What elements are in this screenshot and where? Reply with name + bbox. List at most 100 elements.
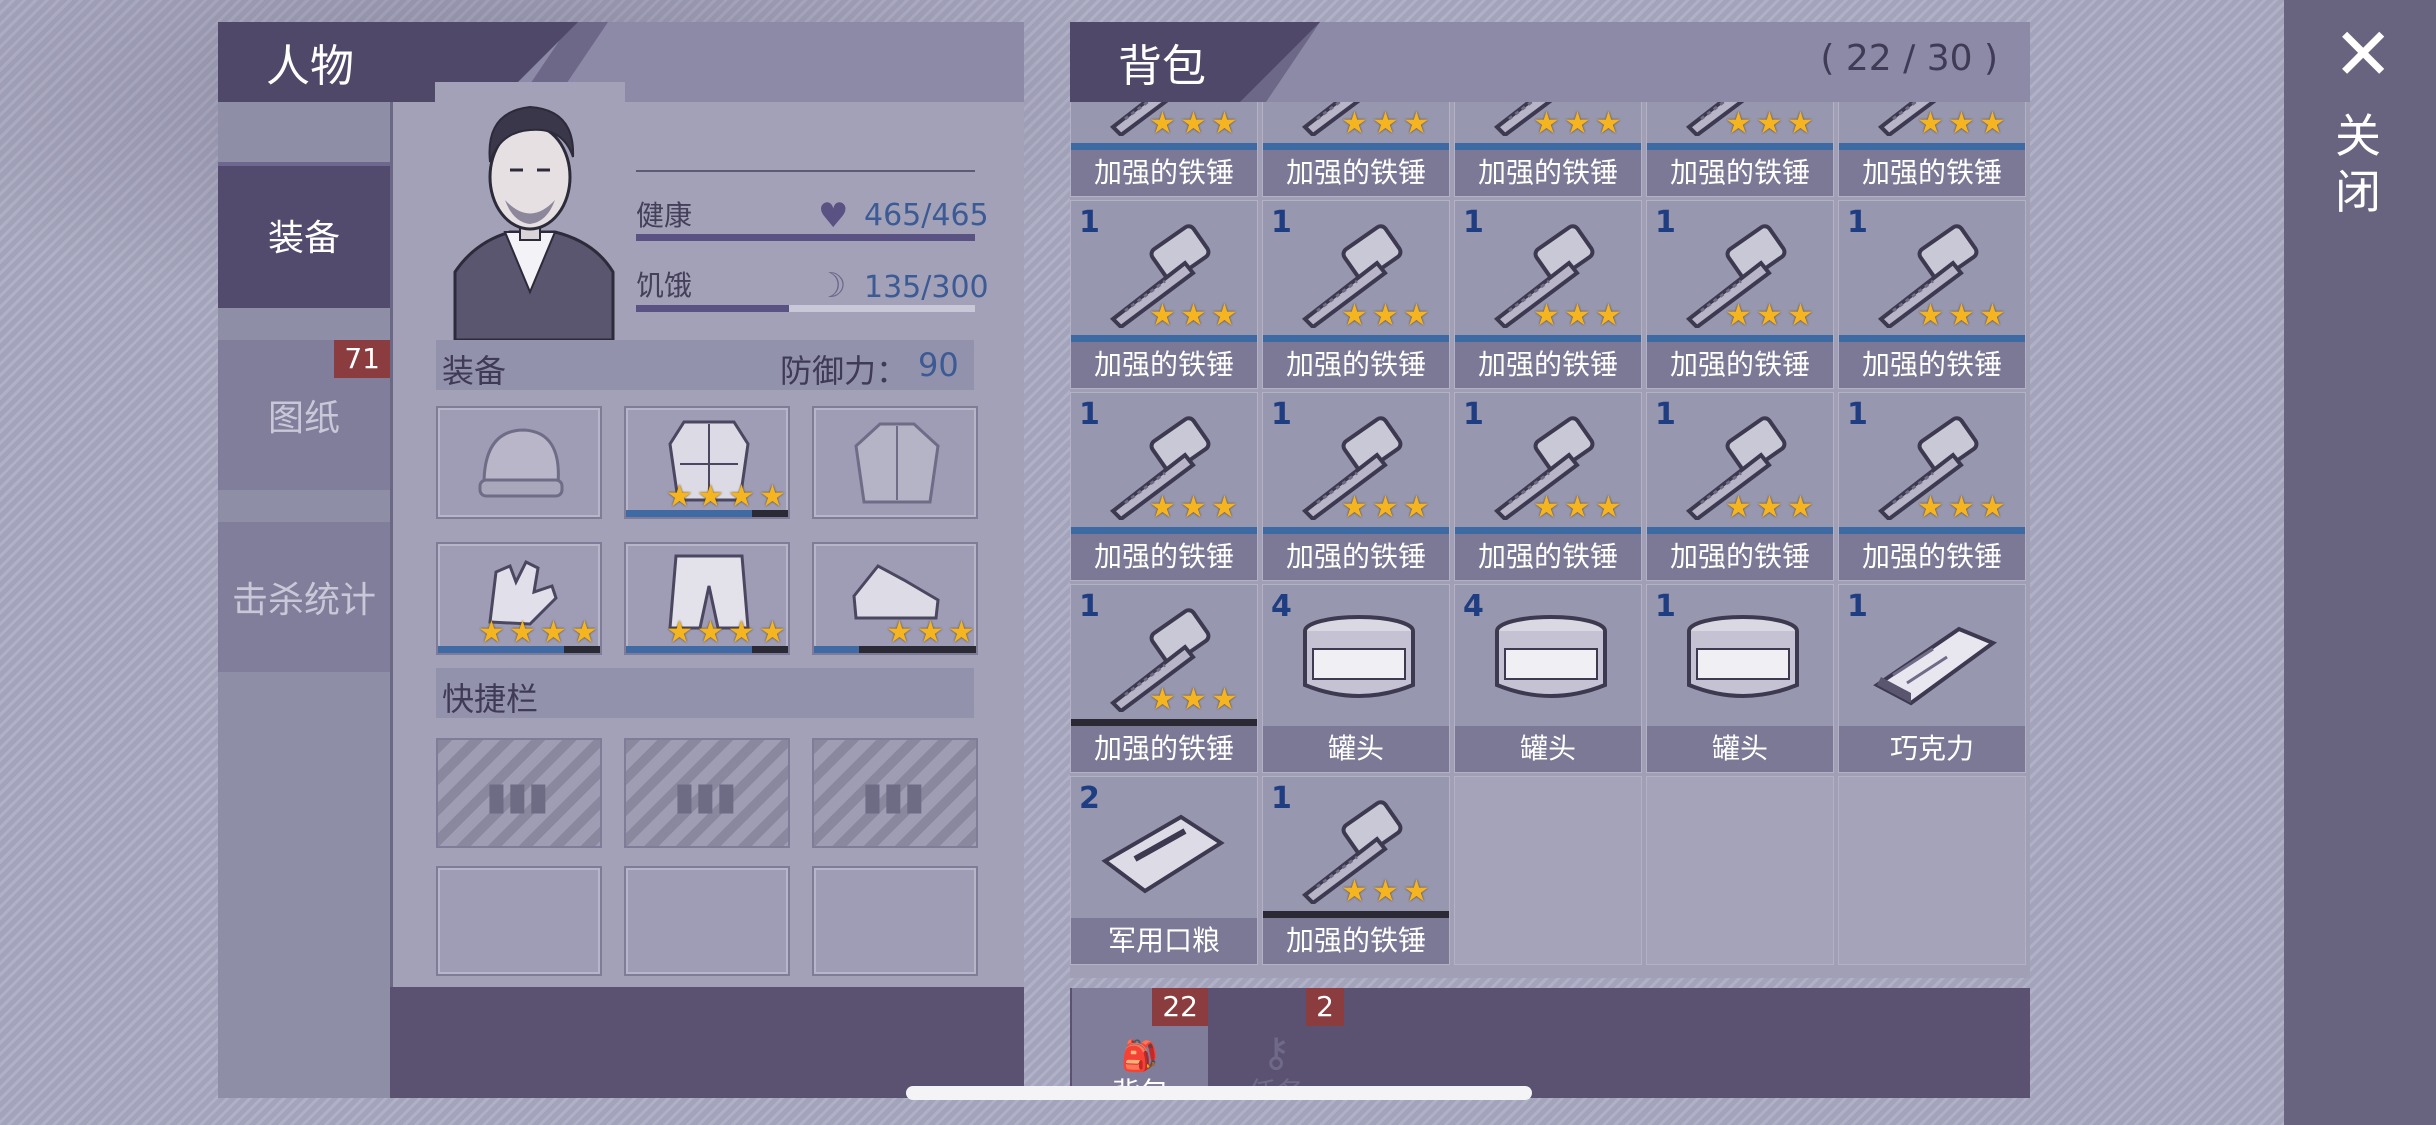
item-stars: ★ ★ ★ bbox=[1725, 301, 1817, 331]
character-portrait bbox=[435, 82, 625, 340]
bag-slot-empty[interactable] bbox=[1454, 776, 1642, 965]
quickbar-slot-locked[interactable]: ▮▮▮ bbox=[436, 738, 602, 848]
item-quantity: 1 bbox=[1079, 589, 1100, 624]
close-x-icon[interactable]: ✕ bbox=[2333, 18, 2393, 90]
bag-grid: ★ ★ ★ 加强的铁锤 ★ ★ ★ 加强的铁锤 ★ ★ ★ 加强的铁锤 ★ ★ ★ 加强的铁锤 ★ ★ ★ 加强的铁锤… bbox=[1070, 102, 2030, 978]
item-stars: ★ ★ ★ bbox=[1341, 877, 1433, 907]
item-quantity: 1 bbox=[1655, 205, 1676, 240]
bag-item[interactable]: 1 ★ ★ ★ 加强的铁锤 bbox=[1262, 200, 1450, 389]
bag-item[interactable]: ★ ★ ★ 加强的铁锤 bbox=[1838, 102, 2026, 197]
bag-item[interactable]: 1 ★ ★ ★ 加强的铁锤 bbox=[1070, 584, 1258, 773]
bag-item[interactable]: 2 军用口粮 bbox=[1070, 776, 1258, 965]
item-durability-bar bbox=[1263, 143, 1449, 150]
tab-equipment[interactable]: 装备 bbox=[218, 162, 390, 308]
item-name: 加强的铁锤 bbox=[1263, 918, 1449, 964]
equip-slot-body-armor[interactable]: ★ ★ ★ ★ bbox=[624, 406, 790, 519]
item-name: 罐头 bbox=[1455, 726, 1641, 772]
bag-slot-empty[interactable] bbox=[1646, 776, 1834, 965]
star-icon: ★ bbox=[1211, 682, 1238, 717]
equipment-header: 装备 防御力： 90 bbox=[436, 340, 974, 390]
bag-item[interactable]: ★ ★ ★ 加强的铁锤 bbox=[1262, 102, 1450, 197]
equip-slot-outerwear[interactable] bbox=[812, 406, 978, 519]
star-icon: ★ bbox=[1180, 682, 1207, 717]
hunger-value: 135/300 bbox=[864, 270, 989, 305]
item-name: 加强的铁锤 bbox=[1071, 150, 1257, 196]
star-icon: ★ bbox=[1564, 490, 1591, 525]
slot-stars: ★ ★ ★ bbox=[886, 615, 975, 650]
bag-item[interactable]: 1 ★ ★ ★ 加强的铁锤 bbox=[1454, 392, 1642, 581]
equip-slot-legs[interactable]: ★ ★ ★ ★ bbox=[624, 542, 790, 655]
star-icon: ★ bbox=[1372, 106, 1399, 141]
item-stars: ★ ★ ★ bbox=[1149, 685, 1241, 715]
health-value: 465/465 bbox=[864, 198, 989, 233]
equip-slot-feet[interactable]: ★ ★ ★ bbox=[812, 542, 978, 655]
bag-item[interactable]: 1 ★ ★ ★ 加强的铁锤 bbox=[1070, 392, 1258, 581]
star-icon: ★ bbox=[1341, 490, 1368, 525]
health-bar bbox=[636, 234, 975, 241]
equip-slot-head[interactable] bbox=[436, 406, 602, 519]
bag-item[interactable]: 1 ★ ★ ★ 加强的铁锤 bbox=[1646, 392, 1834, 581]
item-name: 加强的铁锤 bbox=[1455, 342, 1641, 388]
item-quantity: 1 bbox=[1847, 205, 1868, 240]
character-footer bbox=[390, 987, 1024, 1098]
defense-value: 90 bbox=[918, 346, 959, 384]
bag-item[interactable]: 4 罐头 bbox=[1454, 584, 1642, 773]
item-stars: ★ ★ ★ bbox=[1341, 493, 1433, 523]
bag-slot-empty[interactable] bbox=[1838, 776, 2026, 965]
bag-item[interactable]: 4 罐头 bbox=[1262, 584, 1450, 773]
home-indicator bbox=[906, 1086, 1532, 1100]
star-icon: ★ bbox=[1211, 490, 1238, 525]
bottom-tab-bag[interactable]: 22 🎒 背包 bbox=[1072, 988, 1208, 1098]
item-name: 加强的铁锤 bbox=[1263, 342, 1449, 388]
star-icon: ★ bbox=[1948, 106, 1975, 141]
equipment-label: 装备 bbox=[442, 352, 507, 390]
tab-blueprints[interactable]: 图纸 71 bbox=[218, 340, 390, 490]
slot-stars: ★ ★ ★ ★ bbox=[666, 479, 786, 514]
bag-item[interactable]: 1 ★ ★ ★ 加强的铁锤 bbox=[1454, 200, 1642, 389]
bag-item[interactable]: ★ ★ ★ 加强的铁锤 bbox=[1454, 102, 1642, 197]
bag-tab-badge: 22 bbox=[1152, 988, 1208, 1026]
star-icon: ★ bbox=[1948, 298, 1975, 333]
quickbar-slot[interactable] bbox=[812, 866, 978, 976]
quickbar-header: 快捷栏 bbox=[436, 668, 974, 718]
stomach-icon: ☽ bbox=[816, 266, 847, 306]
quickbar-slot-locked[interactable]: ▮▮▮ bbox=[624, 738, 790, 848]
bottom-tab-tasks[interactable]: 2 ⚷ 任务 bbox=[1208, 988, 1344, 1098]
bag-item[interactable]: ★ ★ ★ 加强的铁锤 bbox=[1646, 102, 1834, 197]
item-stars: ★ ★ ★ bbox=[1149, 109, 1241, 139]
bag-item[interactable]: 1 ★ ★ ★ 加强的铁锤 bbox=[1646, 200, 1834, 389]
item-stars: ★ ★ ★ bbox=[1725, 493, 1817, 523]
bag-item[interactable]: 1 罐头 bbox=[1646, 584, 1834, 773]
quickbar-slot-locked[interactable]: ▮▮▮ bbox=[812, 738, 978, 848]
equip-slot-hands[interactable]: ★ ★ ★ ★ bbox=[436, 542, 602, 655]
item-name: 加强的铁锤 bbox=[1647, 534, 1833, 580]
bag-item[interactable]: 1 ★ ★ ★ 加强的铁锤 bbox=[1838, 392, 2026, 581]
bag-item[interactable]: ★ ★ ★ 加强的铁锤 bbox=[1070, 102, 1258, 197]
tab-kill-stats[interactable]: 击杀统计 bbox=[218, 522, 390, 672]
bag-item[interactable]: 1 巧克力 bbox=[1838, 584, 2026, 773]
item-stars: ★ ★ ★ bbox=[1533, 301, 1625, 331]
close-label[interactable]: 关闭 bbox=[2332, 108, 2384, 220]
star-icon: ★ bbox=[1917, 298, 1944, 333]
item-durability-bar bbox=[1263, 527, 1449, 534]
tasks-tab-badge: 2 bbox=[1306, 988, 1344, 1026]
bag-item[interactable]: 1 ★ ★ ★ 加强的铁锤 bbox=[1262, 776, 1450, 965]
chocolate-icon bbox=[1863, 607, 2003, 712]
star-icon: ★ bbox=[1403, 874, 1430, 909]
item-name: 加强的铁锤 bbox=[1263, 150, 1449, 196]
item-quantity: 2 bbox=[1079, 781, 1100, 816]
star-icon: ★ bbox=[1979, 298, 2006, 333]
item-durability-bar bbox=[1071, 719, 1257, 726]
bag-item[interactable]: 1 ★ ★ ★ 加强的铁锤 bbox=[1070, 200, 1258, 389]
quickbar-slot[interactable] bbox=[436, 866, 602, 976]
tab-equipment-label: 装备 bbox=[267, 218, 340, 259]
bag-item[interactable]: 1 ★ ★ ★ 加强的铁锤 bbox=[1262, 392, 1450, 581]
quickbar-slot[interactable] bbox=[624, 866, 790, 976]
backpack-icon: 🎒 bbox=[1121, 1039, 1159, 1074]
item-stars: ★ ★ ★ bbox=[1341, 301, 1433, 331]
star-icon: ★ bbox=[1180, 106, 1207, 141]
item-quantity: 1 bbox=[1271, 397, 1292, 432]
item-quantity: 1 bbox=[1079, 205, 1100, 240]
bag-item[interactable]: 1 ★ ★ ★ 加强的铁锤 bbox=[1838, 200, 2026, 389]
item-quantity: 1 bbox=[1463, 205, 1484, 240]
